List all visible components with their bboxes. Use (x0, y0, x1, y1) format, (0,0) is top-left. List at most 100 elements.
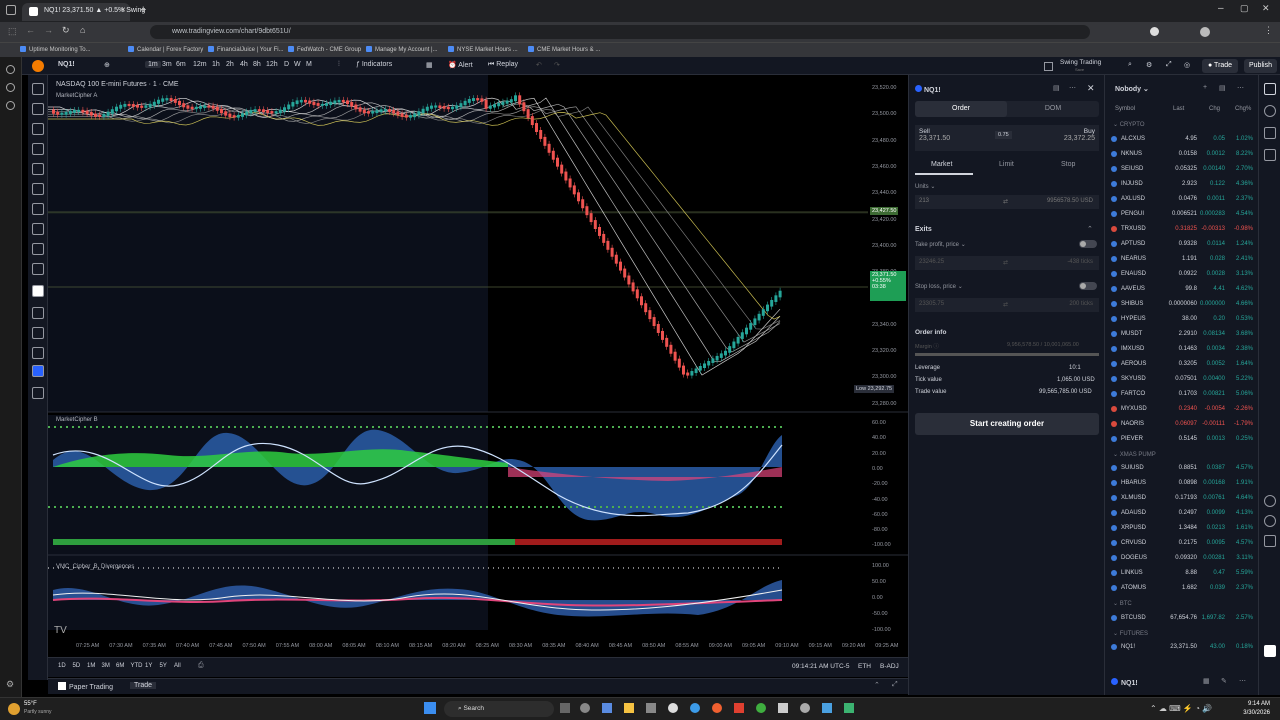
interval-3m[interactable]: 3m (162, 61, 172, 68)
watchlist-row[interactable]: ADAUSD 0.2497 0.0099 4.13% (1105, 506, 1259, 521)
watchlist-row[interactable]: NAORIS 0.06097 -0.00111 -1.79% (1105, 417, 1259, 432)
watchlist-section[interactable]: ⌄ CRYPTO (1105, 117, 1259, 132)
layout-name[interactable]: Swing Trading (1060, 59, 1101, 66)
tab-actions-icon[interactable] (6, 5, 16, 15)
watchlist-title[interactable]: Nobody ⌄ (1115, 85, 1149, 93)
fullscreen-icon[interactable]: ⤢ (1166, 61, 1172, 69)
sidebar-tool-icon[interactable] (6, 101, 15, 110)
order-type-limit[interactable]: Limit (999, 161, 1014, 168)
interval-12h[interactable]: 12h (266, 61, 278, 68)
clock[interactable]: 09:14:21 AM UTC-5 (792, 663, 849, 670)
interval-4h[interactable]: 4h (240, 61, 248, 68)
back-icon[interactable]: ⬚ (8, 26, 17, 37)
sl-label[interactable]: Stop loss, price ⌄ (915, 283, 963, 290)
bookmark-item[interactable]: FinancialJuice | Your Fi... (208, 46, 284, 53)
tab-dom[interactable]: DOM (1007, 101, 1099, 117)
projection-tool-icon[interactable] (32, 163, 44, 175)
tab-trade[interactable]: Trade (130, 682, 157, 689)
tp-label[interactable]: Take profit, price ⌄ (915, 241, 966, 248)
taskbar-search[interactable]: ⌕ Search (444, 701, 554, 717)
details-icon[interactable]: ▦ (1203, 677, 1210, 685)
adjustment-toggle[interactable]: B-ADJ (880, 663, 899, 670)
brush-tool-icon[interactable] (32, 203, 44, 215)
tp-input[interactable]: 23246.25 ⇄ -438 ticks (915, 256, 1099, 270)
target-widget-icon[interactable] (1264, 515, 1276, 527)
range-button-5d[interactable]: 5D (73, 663, 81, 669)
watchlist-section[interactable]: ⌄ FUTURES (1105, 626, 1259, 641)
undo-icon[interactable]: ↶ (536, 61, 542, 69)
task-view-icon[interactable] (560, 703, 570, 713)
watchlist-footer-symbol[interactable]: NQ1! (1111, 678, 1138, 687)
bookmark-item[interactable]: FedWatch - CME Group (288, 46, 361, 53)
close-tab-icon[interactable]: ✕ (120, 6, 126, 14)
close-panel-icon[interactable]: ✕ (1087, 83, 1095, 94)
units-input[interactable]: 213 ⇄ 9956578.50 USD (915, 195, 1099, 209)
more-icon[interactable]: ⋯ (1239, 677, 1246, 685)
back-arrow-icon[interactable]: ← (26, 25, 35, 35)
watchlist-row[interactable]: SUIUSD 0.8851 0.0387 4.57% (1105, 461, 1259, 476)
order-type-stop[interactable]: Stop (1061, 161, 1075, 168)
close-window-icon[interactable]: ✕ (1262, 3, 1270, 14)
watchlist-row[interactable]: MUSDT 2.2910 0.08134 3.68% (1105, 327, 1259, 342)
watchlist-row[interactable]: APTUSD 0.9328 0.0114 1.24% (1105, 237, 1259, 252)
watchlist-row[interactable]: AXLUSD 0.0476 0.0011 2.37% (1105, 192, 1259, 207)
app-icon[interactable] (800, 703, 810, 713)
swap-icon[interactable]: ⇄ (1003, 198, 1008, 205)
measure-tool-icon[interactable] (32, 243, 44, 255)
alert-button[interactable]: ⏰ Alert (448, 61, 473, 69)
url-field[interactable]: www.tradingview.com/chart/9dbt651U/ (150, 25, 1090, 39)
news-widget-icon[interactable] (1264, 127, 1276, 139)
add-symbol-icon[interactable]: ⊕ (104, 61, 110, 69)
tab-order[interactable]: Order (915, 101, 1007, 117)
range-button-3m[interactable]: 3M (102, 663, 110, 669)
collapse-exits-icon[interactable]: ⌃ (1087, 225, 1093, 233)
order-type-market[interactable]: Market (931, 161, 952, 168)
file-explorer-icon[interactable] (624, 703, 634, 713)
watchlist-row[interactable]: FARTCO 0.1703 0.00821 5.06% (1105, 387, 1259, 402)
watchlist-row[interactable]: SKYUSD 0.07501 0.00400 5.22% (1105, 372, 1259, 387)
menu-icon[interactable]: ⋮ (1264, 25, 1273, 36)
replay-button[interactable]: ⏮ Replay (488, 61, 518, 69)
panel-layout-icon[interactable]: ▤ (1053, 84, 1060, 92)
watchlist-row[interactable]: AEROUS 0.3205 0.0052 1.64% (1105, 357, 1259, 372)
chat-widget-icon[interactable] (1264, 149, 1276, 161)
goto-date-icon[interactable]: ⎙ (198, 662, 204, 670)
units-label[interactable]: Units ⌄ (915, 183, 935, 190)
buy-button[interactable]: Buy 23,372.25 (1007, 125, 1099, 151)
watchlist-row[interactable]: CRVUSD 0.2175 0.0095 4.57% (1105, 536, 1259, 551)
chrome-icon[interactable] (668, 703, 678, 713)
search-icon[interactable]: ⌕ (1128, 61, 1132, 69)
templates-icon[interactable]: ▦ (426, 61, 433, 69)
more-icon[interactable]: ⋯ (1069, 84, 1076, 92)
symbol-search[interactable]: NQ1! (58, 61, 75, 68)
new-tab-icon[interactable]: + (140, 4, 146, 16)
weather-temp[interactable]: 55°F (24, 701, 37, 707)
watchlist-row[interactable]: TRXUSD 0.31825 -0.00313 -0.98% (1105, 222, 1259, 237)
maximize-icon[interactable]: ▢ (1240, 3, 1249, 14)
publish-button[interactable]: Publish (1244, 59, 1277, 73)
range-button-6m[interactable]: 6M (116, 663, 124, 669)
trash-icon[interactable] (32, 387, 44, 399)
brave-icon[interactable] (734, 703, 744, 713)
browser-tab[interactable]: NQ1! 23,371.50 ▲ +0.5% Swing ✕ (22, 3, 145, 21)
weather-desc[interactable]: Partly sunny (24, 709, 52, 715)
settings-app-icon[interactable] (580, 703, 590, 713)
swap-icon[interactable]: ⇄ (1003, 259, 1008, 266)
range-button-1d[interactable]: 1D (58, 663, 66, 669)
bookmark-item[interactable]: Uptime Monitoring To... (20, 46, 91, 53)
telegram-icon[interactable] (822, 703, 832, 713)
watchlist-row[interactable]: MYXUSD 0.2340 -0.0054 -2.26% (1105, 402, 1259, 417)
calendar-app-icon[interactable] (778, 703, 788, 713)
hide-drawings-icon[interactable] (32, 347, 44, 359)
add-symbol-icon[interactable]: + (1203, 84, 1207, 91)
watchlist-row[interactable]: NKNUS 0.0158 0.0012 8.22% (1105, 147, 1259, 162)
layout-icon[interactable]: ▤ (1219, 84, 1226, 92)
collapse-icon[interactable]: ⌃ (874, 681, 880, 689)
watchlist-row[interactable]: SEIUSD 0.05325 0.00140 2.70% (1105, 162, 1259, 177)
watchlist-row[interactable]: AAVEUS 99.8 4.41 4.62% (1105, 282, 1259, 297)
watchlist-row[interactable]: PIEVER 0.5145 0.0013 0.25% (1105, 432, 1259, 447)
session-toggle[interactable]: ETH (858, 663, 871, 670)
reload-icon[interactable]: ↻ (62, 25, 70, 36)
trendline-tool-icon[interactable] (32, 103, 44, 115)
alerts-widget-icon[interactable] (1264, 105, 1276, 117)
